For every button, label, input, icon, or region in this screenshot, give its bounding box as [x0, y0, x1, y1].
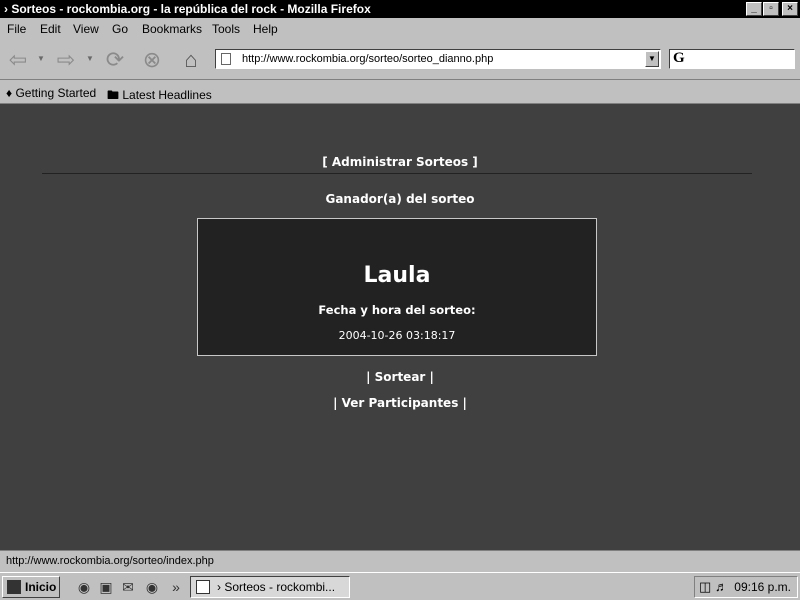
windows-flag-icon [7, 580, 21, 594]
taskbar-firefox-window[interactable]: › Sorteos - rockombi... [190, 576, 350, 598]
menu-edit[interactable]: Edit [40, 22, 61, 36]
status-bar: http://www.rockombia.org/sorteo/index.ph… [0, 550, 800, 572]
menu-file[interactable]: File [7, 22, 26, 36]
admin-link[interactable]: [ Administrar Sorteos ] [0, 155, 800, 169]
start-button[interactable]: Inicio [2, 576, 60, 598]
outlook-express-icon[interactable]: ✉ [120, 579, 136, 595]
divider [42, 173, 752, 174]
window-title: › Sorteos - rockombia.org - la república… [4, 2, 371, 16]
home-icon[interactable]: ⌂ [177, 47, 205, 73]
quicklaunch-more-icon[interactable]: » [168, 579, 184, 595]
system-tray: ◫ ♬ 09:16 p.m. [694, 576, 798, 598]
menu-bookmarks[interactable]: Bookmarks [142, 22, 202, 36]
firefox-quicklaunch-icon[interactable]: ◉ [144, 579, 160, 595]
page-icon [221, 53, 231, 65]
close-button[interactable]: × [782, 2, 798, 16]
minimize-button[interactable]: _ [746, 2, 762, 16]
google-icon[interactable]: G [673, 50, 685, 67]
clock[interactable]: 09:16 p.m. [734, 580, 791, 594]
folder-icon: 🖿 [107, 88, 120, 102]
url-dropdown-icon[interactable]: ▼ [645, 51, 659, 67]
menu-view[interactable]: View [73, 22, 99, 36]
title-bar[interactable]: › Sorteos - rockombia.org - la república… [0, 0, 800, 18]
status-text: http://www.rockombia.org/sorteo/index.ph… [6, 555, 214, 567]
menu-go[interactable]: Go [112, 22, 128, 36]
bookmark-getting-started[interactable]: ♦ Getting Started [6, 86, 96, 100]
bookmarks-toolbar: ♦ Getting Started 🖿 Latest Headlines [0, 81, 800, 104]
winner-name: Laula [363, 263, 431, 288]
menu-help[interactable]: Help [253, 22, 278, 36]
start-label: Inicio [25, 580, 57, 594]
date-label: Fecha y hora del sorteo: [318, 303, 476, 317]
task-label: › Sorteos - rockombi... [217, 580, 336, 594]
winner-box: Laula Fecha y hora del sorteo: 2004-10-2… [197, 218, 597, 356]
back-dropdown-icon[interactable]: ▼ [37, 54, 45, 63]
maximize-button[interactable]: ▫ [763, 2, 779, 16]
network-icon[interactable]: ◫ [699, 579, 711, 595]
window-icon [196, 580, 210, 594]
stop-icon[interactable]: ⊗ [138, 47, 166, 73]
firefox-icon: ♦ [6, 86, 13, 100]
reload-icon[interactable]: ⟳ [101, 47, 129, 73]
sortear-link[interactable]: | Sortear | [0, 370, 800, 384]
url-bar[interactable]: http://www.rockombia.org/sorteo/sorteo_d… [215, 49, 661, 69]
participants-link[interactable]: | Ver Participantes | [0, 396, 800, 410]
taskbar: Inicio ◉ ▣ ✉ ◉ » › Sorteos - rockombi...… [0, 572, 800, 600]
search-box[interactable]: G [669, 49, 795, 69]
bookmark-label: Getting Started [15, 86, 97, 100]
back-icon[interactable]: ⇦ [4, 47, 32, 73]
page-content: [ Administrar Sorteos ] Ganador(a) del s… [0, 104, 800, 550]
forward-icon[interactable]: ⇨ [52, 47, 80, 73]
menu-tools[interactable]: Tools [212, 22, 240, 36]
url-text[interactable]: http://www.rockombia.org/sorteo/sorteo_d… [242, 53, 493, 65]
bookmark-label: Latest Headlines [122, 88, 212, 102]
show-desktop-icon[interactable]: ▣ [98, 579, 114, 595]
internet-explorer-icon[interactable]: ◉ [76, 579, 92, 595]
date-value: 2004-10-26 03:18:17 [338, 329, 456, 342]
forward-dropdown-icon[interactable]: ▼ [86, 54, 94, 63]
winner-heading: Ganador(a) del sorteo [325, 192, 475, 206]
menu-bar: File Edit View Go Bookmarks Tools Help [0, 18, 800, 40]
volume-icon[interactable]: ♬ [715, 579, 728, 594]
